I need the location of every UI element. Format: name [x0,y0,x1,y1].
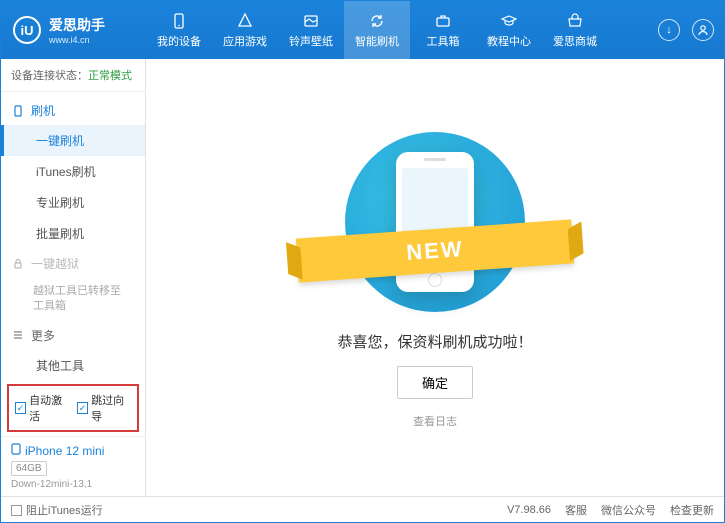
store-icon [566,12,584,30]
user-icon[interactable] [692,19,714,41]
sidebar-item-batch[interactable]: 批量刷机 [1,218,145,249]
header: iU 爱思助手 www.i4.cn 我的设备 应用游戏 铃声壁纸 智能刷机 [1,1,724,59]
footer: 阻止iTunes运行 V7.98.66 客服 微信公众号 检查更新 [1,496,724,522]
checkbox-icon [11,505,22,516]
app-title: 爱思助手 [49,15,105,35]
nav-smart-flash[interactable]: 智能刷机 [344,1,410,59]
sidebar: 设备连接状态：正常模式 刷机 一键刷机 iTunes刷机 专业刷机 批量刷机 一… [1,59,146,496]
wechat-link[interactable]: 微信公众号 [601,502,656,518]
phone-small-icon [11,104,25,118]
wallpaper-icon [302,12,320,30]
cat-jailbreak[interactable]: 一键越狱 [1,249,145,278]
device-name: iPhone 12 mini [11,443,135,458]
device-meta: Down-12mini-13,1 [11,479,135,490]
version-label: V7.98.66 [507,504,551,516]
cat-more[interactable]: 更多 [1,321,145,350]
ok-button[interactable]: 确定 [397,366,473,399]
logo[interactable]: iU 爱思助手 www.i4.cn [1,15,146,45]
sidebar-item-itunes[interactable]: iTunes刷机 [1,156,145,187]
toolbox-icon [434,12,452,30]
customer-service-link[interactable]: 客服 [565,502,587,518]
nav-toolbox[interactable]: 工具箱 [410,1,476,59]
sidebar-item-pro[interactable]: 专业刷机 [1,187,145,218]
options-box: ✓ 自动激活 ✓ 跳过向导 [7,384,139,432]
phone-icon [170,12,188,30]
graduation-icon [500,12,518,30]
app-window: ⚙ ≡ ─ ☐ ✕ iU 爱思助手 www.i4.cn 我的设备 应用游戏 [0,0,725,523]
check-update-link[interactable]: 检查更新 [670,502,714,518]
jailbreak-note: 越狱工具已转移至 工具箱 [1,278,145,321]
phone-tiny-icon [11,443,21,458]
main-nav: 我的设备 应用游戏 铃声壁纸 智能刷机 工具箱 教程中心 [146,1,608,59]
device-card[interactable]: iPhone 12 mini 64GB Down-12mini-13,1 [1,436,145,496]
nav-ringtones[interactable]: 铃声壁纸 [278,1,344,59]
body: 设备连接状态：正常模式 刷机 一键刷机 iTunes刷机 专业刷机 批量刷机 一… [1,59,724,496]
nav-apps-games[interactable]: 应用游戏 [212,1,278,59]
nav-tutorials[interactable]: 教程中心 [476,1,542,59]
new-ribbon: NEW [296,219,574,282]
check-icon: ✓ [15,402,26,414]
illustration: NEW [325,127,545,317]
nav-my-device[interactable]: 我的设备 [146,1,212,59]
apps-icon [236,12,254,30]
main-content: NEW 恭喜您，保资料刷机成功啦！ 确定 查看日志 [146,59,724,496]
app-subtitle: www.i4.cn [49,35,105,45]
nav-store[interactable]: 爱思商城 [542,1,608,59]
logo-icon: iU [13,16,41,44]
header-right: ↓ [658,19,724,41]
device-capacity: 64GB [11,461,47,476]
success-text: 恭喜您，保资料刷机成功啦！ [337,331,532,352]
connection-status: 设备连接状态：正常模式 [1,59,145,92]
sidebar-item-other-tools[interactable]: 其他工具 [1,350,145,380]
lock-icon [11,257,25,271]
view-log-link[interactable]: 查看日志 [413,413,457,429]
checkbox-auto-activate[interactable]: ✓ 自动激活 [15,392,69,424]
sidebar-tree: 刷机 一键刷机 iTunes刷机 专业刷机 批量刷机 一键越狱 越狱工具已转移至… [1,92,145,380]
download-icon[interactable]: ↓ [658,19,680,41]
check-icon: ✓ [77,402,88,414]
block-itunes-checkbox[interactable]: 阻止iTunes运行 [11,502,103,518]
cat-flash[interactable]: 刷机 [1,96,145,125]
menu-icon [11,328,25,342]
refresh-icon [368,12,386,30]
checkbox-skip-guide[interactable]: ✓ 跳过向导 [77,392,131,424]
sidebar-item-oneclick[interactable]: 一键刷机 [1,125,145,156]
